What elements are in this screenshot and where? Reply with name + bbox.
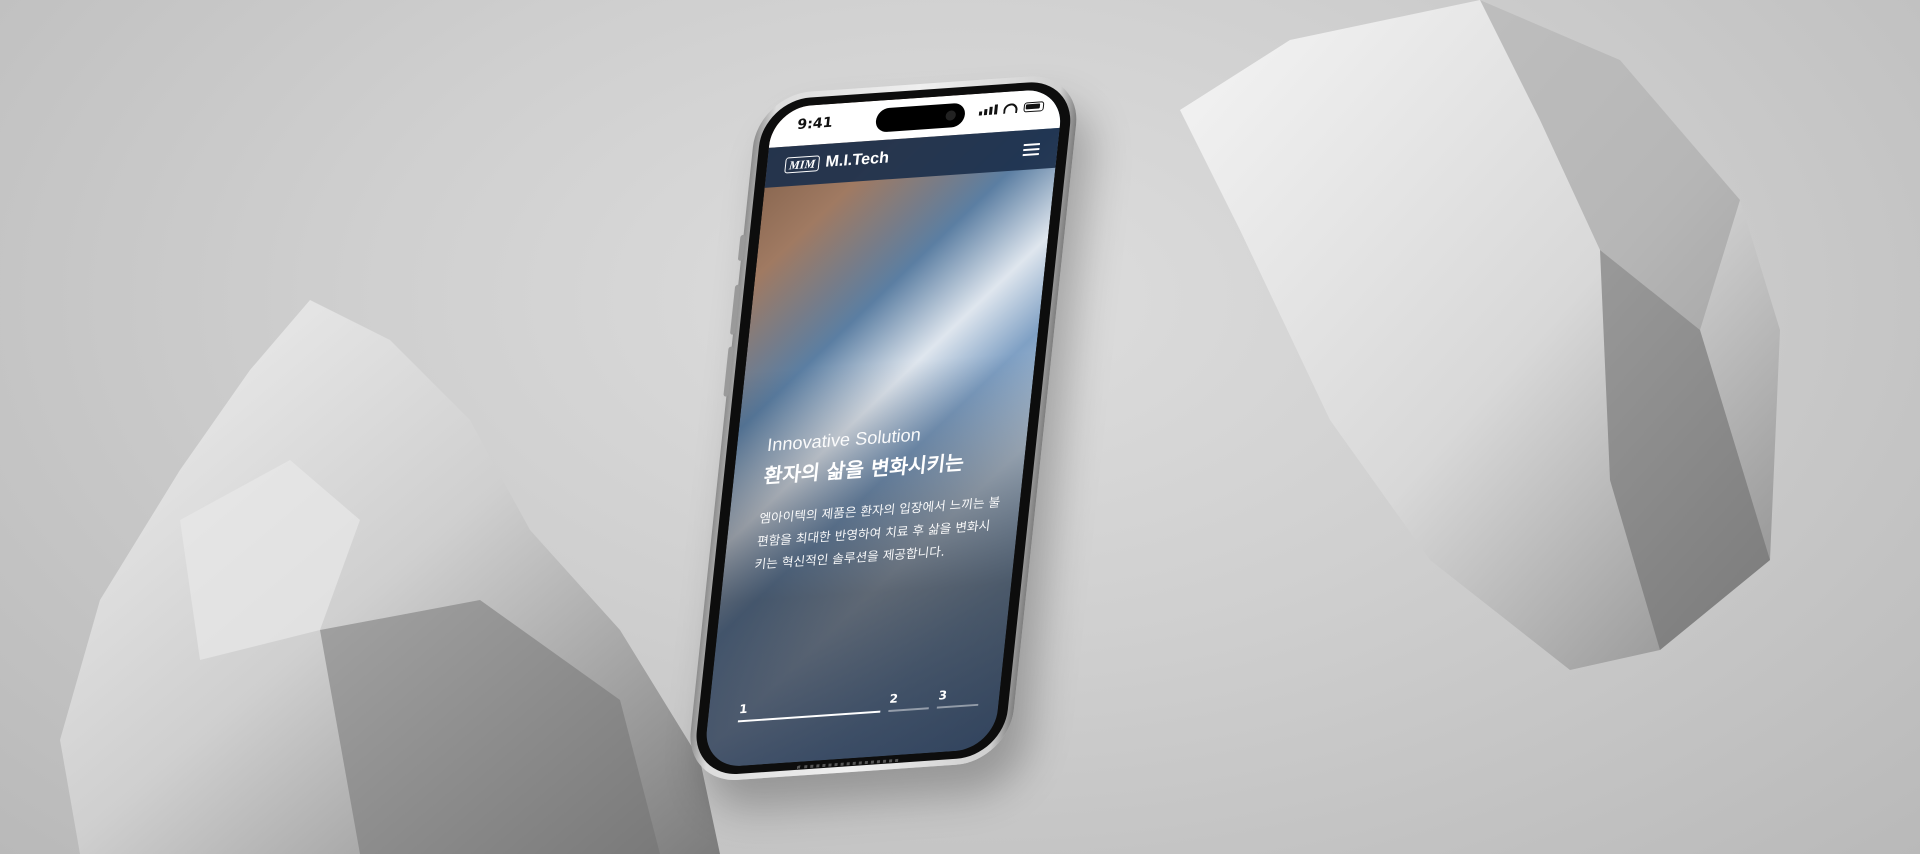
pager-item-3[interactable]: 3 — [937, 686, 980, 709]
pager-label: 1 — [738, 701, 749, 717]
pager-progress-line — [888, 707, 930, 713]
signal-icon — [978, 104, 999, 116]
status-time: 9:41 — [796, 114, 834, 134]
phone-mockup: 9:41 MIM M.I.Tech Innovative Solution 환자… — [685, 72, 1200, 784]
pager-item-1[interactable]: 1 — [737, 693, 882, 723]
pager-item-2[interactable]: 2 — [888, 689, 931, 713]
status-icons — [978, 101, 1045, 116]
wifi-icon — [1003, 102, 1019, 114]
rock-left-illustration — [60, 300, 720, 854]
pager-label: 3 — [937, 688, 948, 703]
brand-logo[interactable]: MIM M.I.Tech — [784, 149, 890, 174]
phone-device: 9:41 MIM M.I.Tech Innovative Solution 환자… — [685, 72, 1082, 784]
dynamic-island — [874, 102, 967, 133]
hero-section: Innovative Solution 환자의 삶을 변화시키는 엠아이텍의 제… — [753, 419, 1008, 576]
pager-progress-line — [737, 710, 881, 723]
brand-name: M.I.Tech — [824, 149, 890, 171]
pager-progress-line — [937, 703, 979, 709]
pager-label: 2 — [888, 691, 899, 707]
battery-icon — [1023, 101, 1045, 113]
camera-icon — [945, 110, 957, 121]
slide-pager: 1 2 3 — [737, 686, 980, 723]
hamburger-menu-icon[interactable] — [1022, 143, 1041, 157]
hero-description: 엠아이텍의 제품은 환자의 입장에서 느끼는 불편함을 최대한 반영하여 치료 … — [753, 494, 1002, 572]
logo-mark: MIM — [784, 155, 821, 174]
rock-right-illustration — [1180, 0, 1780, 670]
